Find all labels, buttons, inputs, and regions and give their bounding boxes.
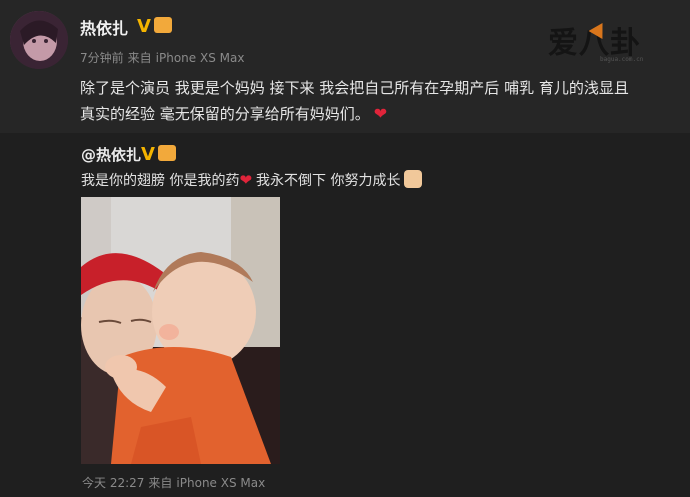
post-device[interactable]: iPhone XS Max [156, 51, 245, 65]
repost-photo[interactable] [81, 197, 280, 464]
post-meta: 7分钟前 来自 iPhone XS Max [80, 49, 248, 66]
repost-user-badges: V [141, 145, 176, 164]
watermark-sub: bagua.com.cn [600, 56, 644, 63]
post-text-content: 除了是个演员 我更是个妈妈 接下来 我会把自己所有在孕期产后 哺乳 育儿的浅显且… [80, 79, 629, 123]
heart-icon: ❤ [373, 104, 388, 123]
vip-crown-icon [157, 145, 176, 161]
heart-icon: ❤ [239, 171, 253, 189]
repost-text-part1: 我是你的翅膀 你是我的药 [81, 173, 240, 189]
vip-crown-icon [153, 17, 172, 33]
user-badges: V [137, 16, 172, 37]
avatar[interactable] [10, 11, 68, 69]
repost-device[interactable]: iPhone XS Max [176, 476, 265, 490]
reposted-post: @热依扎 V 我是你的翅膀 你是我的药❤ 我永不倒下 你努力成长 今天 22:27… [0, 133, 690, 497]
repost-meta: 今天 22:27 来自 iPhone XS Max [82, 474, 269, 491]
repost-text: 我是你的翅膀 你是我的药❤ 我永不倒下 你努力成长 [81, 170, 423, 190]
post-text: 除了是个演员 我更是个妈妈 接下来 我会把自己所有在孕期产后 哺乳 育儿的浅显且… [80, 76, 640, 127]
repost-text-part2: 我永不倒下 你努力成长 [256, 173, 401, 189]
photo-mother-baby [81, 197, 280, 464]
post-time[interactable]: 7分钟前 [80, 51, 124, 65]
watermark-logo: 爱八卦 bagua.com.cn [548, 18, 668, 63]
fist-icon [404, 170, 423, 188]
verified-icon: V [141, 144, 155, 165]
repost-username[interactable]: @热依扎 [81, 144, 141, 165]
avatar-image [10, 11, 68, 69]
post-source-prefix: 来自 [127, 51, 152, 65]
original-post: 热依扎 V 7分钟前 来自 iPhone XS Max 除了是个演员 我更是个妈妈 … [0, 0, 690, 133]
repost-source-prefix: 来自 [148, 476, 173, 490]
verified-icon: V [137, 16, 151, 37]
repost-time[interactable]: 今天 22:27 [82, 476, 144, 490]
username[interactable]: 热依扎 [80, 15, 128, 39]
